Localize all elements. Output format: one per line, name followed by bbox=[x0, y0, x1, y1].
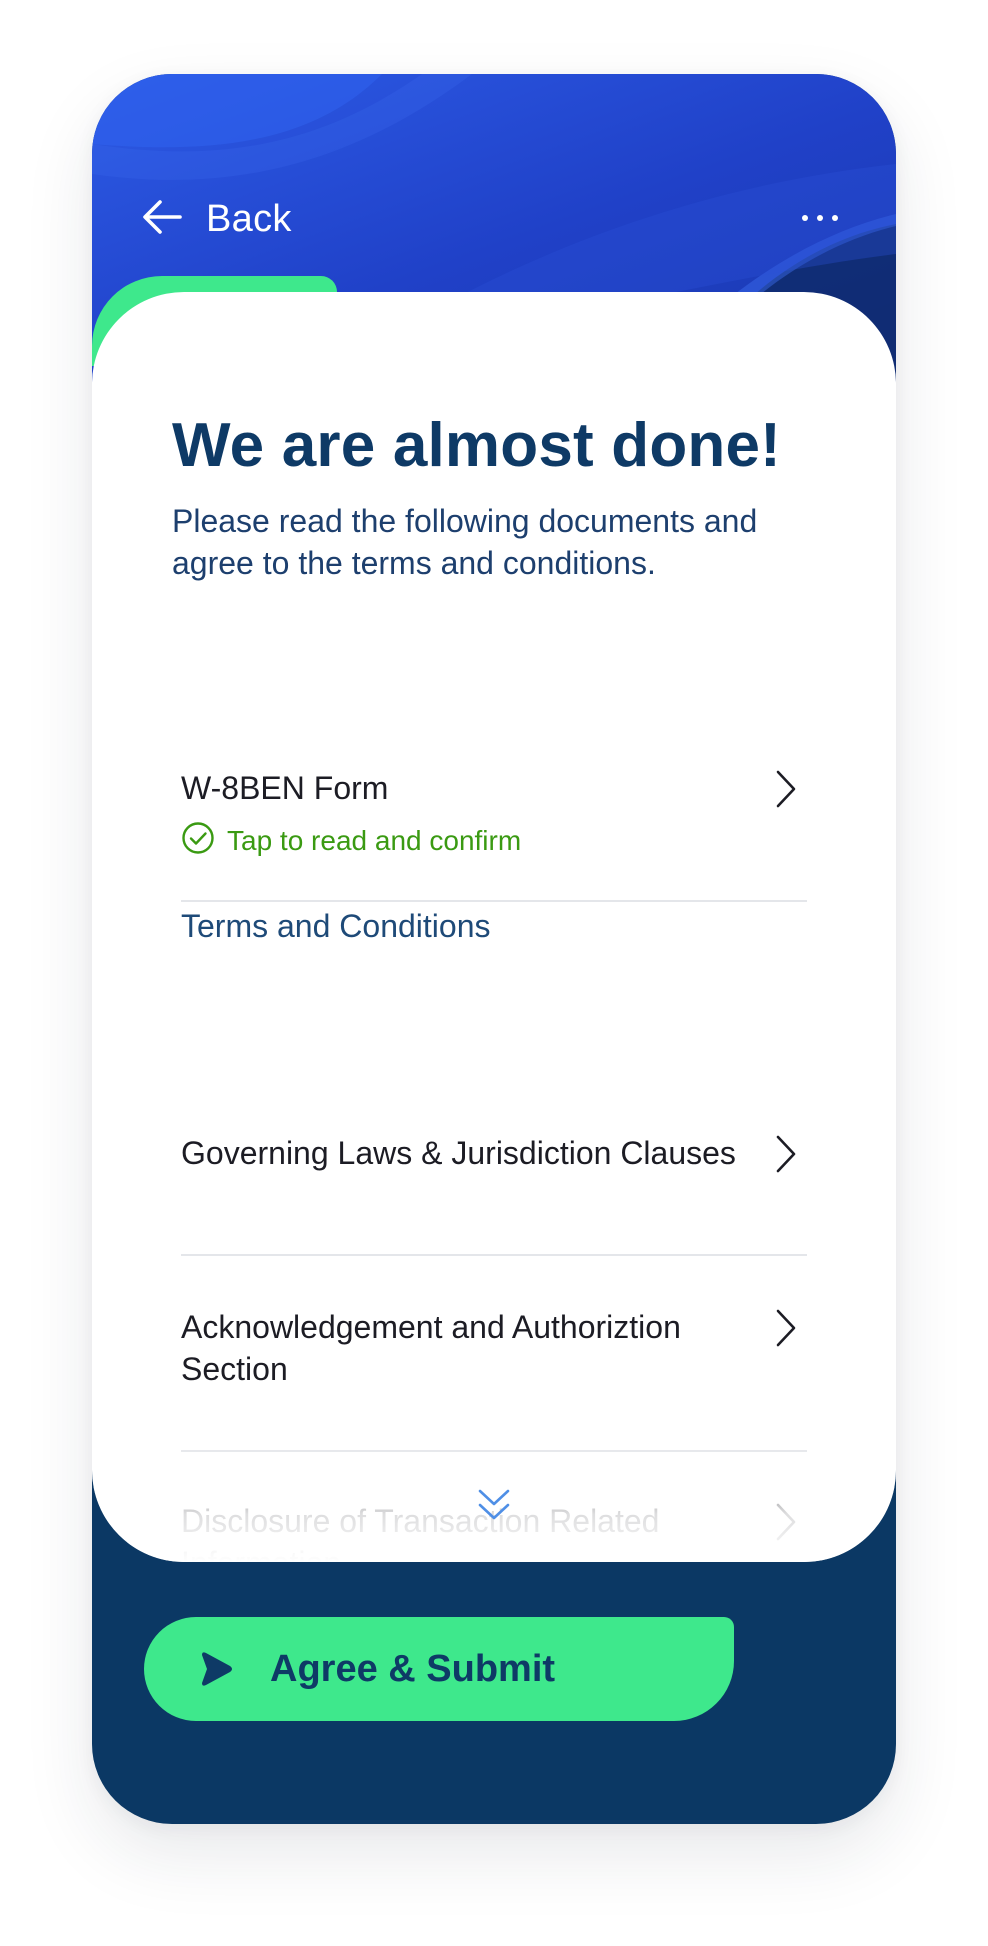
double-chevron-down-icon bbox=[474, 1485, 514, 1530]
more-options-button[interactable] bbox=[784, 174, 856, 264]
back-button[interactable]: Back bbox=[142, 174, 292, 264]
page-subtitle: Please read the following documents and … bbox=[172, 503, 758, 581]
document-title: W-8BEN Form bbox=[181, 770, 389, 806]
document-status: Tap to read and confirm bbox=[181, 821, 807, 860]
chevron-right-icon bbox=[775, 1502, 797, 1547]
play-icon bbox=[196, 1649, 236, 1689]
terms-item-governing-laws[interactable]: Governing Laws & Jurisdiction Clauses bbox=[181, 1132, 807, 1174]
terms-item-title: Governing Laws & Jurisdiction Clauses bbox=[181, 1135, 736, 1171]
chevron-right-icon bbox=[775, 1308, 797, 1353]
back-label: Back bbox=[206, 197, 292, 240]
scroll-down-button[interactable] bbox=[469, 1482, 519, 1532]
top-bar: Back bbox=[92, 174, 896, 264]
app-screen: Back We are almost done! Please read the… bbox=[92, 74, 896, 1824]
document-item-w8ben[interactable]: W-8BEN Form Tap to read and confirm bbox=[181, 767, 807, 860]
divider bbox=[181, 1450, 807, 1452]
terms-item-title: Disclosure of Transaction Related Inform… bbox=[181, 1503, 660, 1562]
terms-item-acknowledgement[interactable]: Acknowledgement and Authoriztion Section bbox=[181, 1306, 807, 1390]
document-status-text: Tap to read and confirm bbox=[227, 824, 522, 856]
terms-item-title: Acknowledgement and Authoriztion Section bbox=[181, 1309, 681, 1387]
more-horizontal-icon bbox=[800, 210, 840, 228]
chevron-right-icon bbox=[775, 1134, 797, 1179]
page-title: We are almost done! bbox=[172, 411, 782, 480]
submit-label: Agree & Submit bbox=[270, 1647, 556, 1690]
divider bbox=[181, 900, 807, 902]
divider bbox=[181, 1254, 807, 1256]
content-card: We are almost done! Please read the foll… bbox=[92, 292, 896, 1562]
check-circle-icon bbox=[181, 821, 215, 860]
section-heading-terms: Terms and Conditions bbox=[181, 908, 491, 944]
agree-submit-button[interactable]: Agree & Submit bbox=[144, 1617, 734, 1721]
arrow-left-icon bbox=[142, 199, 182, 240]
chevron-right-icon bbox=[775, 769, 797, 814]
